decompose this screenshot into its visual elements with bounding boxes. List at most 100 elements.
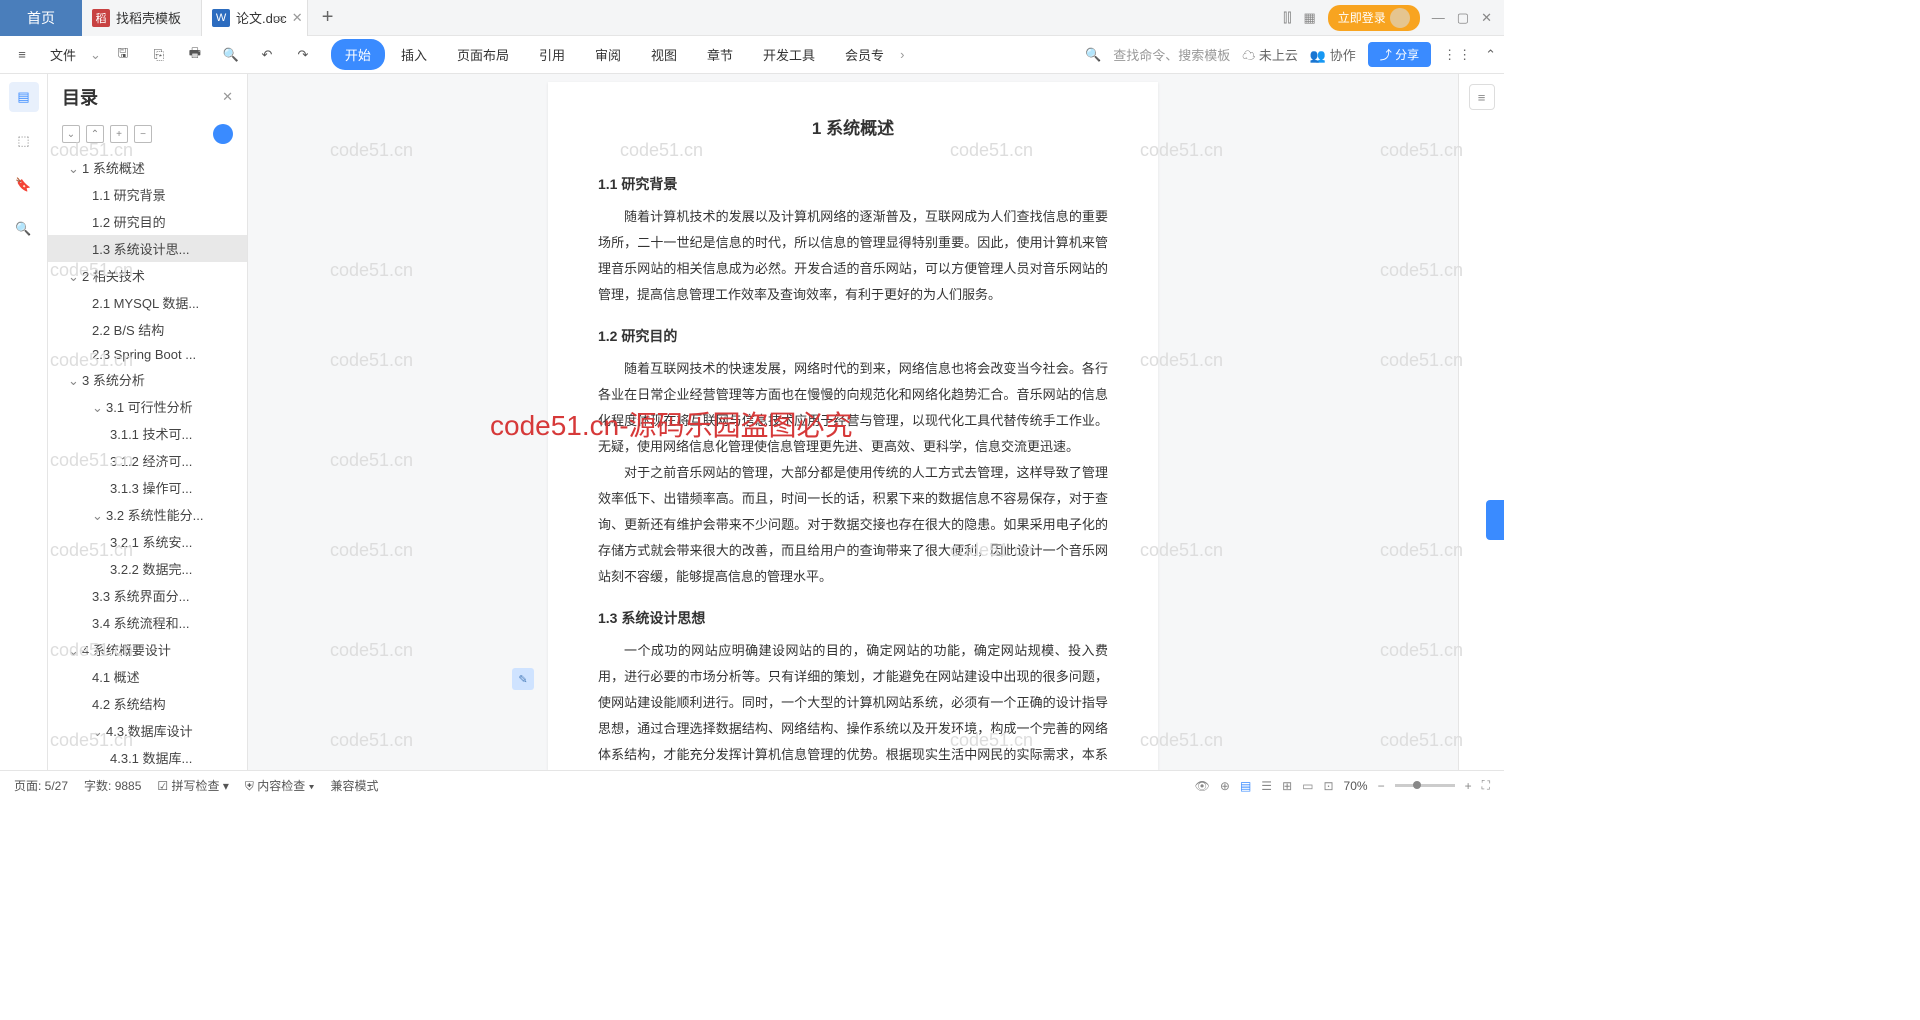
hamburger-icon[interactable]: ≡	[8, 41, 36, 69]
bookmark-icon[interactable]: 🔖	[9, 170, 39, 200]
toc-item[interactable]: 2.3 Spring Boot ...	[48, 343, 247, 366]
tab-template[interactable]: 稻 找稻壳模板	[82, 0, 202, 36]
tab-member[interactable]: 会员专	[831, 39, 898, 70]
toc-item[interactable]: 1.2 研究目的	[48, 208, 247, 235]
search-rail-icon[interactable]: 🔍	[9, 214, 39, 244]
cloud-icon[interactable]: ☁ 未上云	[1242, 45, 1298, 64]
layout-icon[interactable]: ⫿⫿	[1283, 10, 1291, 26]
search-icon: 🔍	[1085, 47, 1101, 63]
float-tab[interactable]	[1486, 500, 1504, 540]
apps-icon[interactable]: ▦	[1303, 10, 1315, 26]
toc-item[interactable]: ⌄3.2 系统性能分...	[48, 501, 247, 528]
tab-insert[interactable]: 插入	[387, 39, 441, 70]
collapse-panel-icon[interactable]: ≡	[1469, 84, 1495, 110]
comment-icon[interactable]: ✎	[512, 668, 534, 690]
toc-item[interactable]: ⌄3.1 可行性分析	[48, 393, 247, 420]
toc-item[interactable]: 3.1.1 技术可...	[48, 420, 247, 447]
menu-file[interactable]: 文件	[44, 45, 82, 64]
view-page-icon[interactable]: ▤	[1240, 779, 1251, 793]
paragraph: 随着计算机技术的发展以及计算机网络的逐渐普及，互联网成为人们查找信息的重要场所，…	[598, 204, 1108, 308]
nav-icon[interactable]: ⬚	[9, 126, 39, 156]
toc-item[interactable]: ⌄1 系统概述	[48, 154, 247, 181]
eye-icon[interactable]: 👁	[1195, 779, 1210, 793]
redo-icon[interactable]: ↷	[289, 41, 317, 69]
toc: ⌄1 系统概述1.1 研究背景1.2 研究目的1.3 系统设计思...⌄2 相关…	[48, 154, 247, 770]
export-icon[interactable]: ⎘	[145, 41, 173, 69]
page-indicator[interactable]: 页面: 5/27	[14, 777, 68, 794]
expand-all-icon[interactable]: ⌃	[86, 125, 104, 143]
tab-home[interactable]: 首页	[0, 0, 82, 36]
toc-item[interactable]: 3.2.1 系统安...	[48, 528, 247, 555]
left-rail: ▤ ⬚ 🔖 🔍	[0, 74, 48, 770]
lightbulb-icon[interactable]: ⊕	[1220, 779, 1230, 793]
restore-icon[interactable]: ▭	[272, 10, 284, 26]
toc-item[interactable]: 2.1 MYSQL 数据...	[48, 289, 247, 316]
outline-icon[interactable]: ▤	[9, 82, 39, 112]
toc-item[interactable]: ⌄2 相关技术	[48, 262, 247, 289]
undo-icon[interactable]: ↶	[253, 41, 281, 69]
share-button[interactable]: ⤴ 分享	[1368, 42, 1431, 67]
toc-item[interactable]: ⌄3 系统分析	[48, 366, 247, 393]
toc-item[interactable]: 3.2.2 数据完...	[48, 555, 247, 582]
tab-document[interactable]: W 论文.doc ▭ ✕	[202, 0, 308, 36]
tab-reference[interactable]: 引用	[525, 39, 579, 70]
zoom-slider[interactable]	[1395, 784, 1455, 787]
tab-layout[interactable]: 页面布局	[443, 39, 523, 70]
content-check-button[interactable]: ⛨ 内容检查 ▾	[245, 777, 315, 794]
remove-icon[interactable]: −	[134, 125, 152, 143]
content-area[interactable]: 1 系统概述 1.1 研究背景 随着计算机技术的发展以及计算机网络的逐渐普及，互…	[248, 74, 1458, 770]
compat-mode: 兼容模式	[330, 777, 378, 794]
toc-item[interactable]: 4.1 概述	[48, 663, 247, 690]
toc-item[interactable]: 4.2 系统结构	[48, 690, 247, 717]
close-window-icon[interactable]: ✕	[1481, 10, 1492, 26]
zoom-level[interactable]: 70%	[1344, 779, 1368, 793]
toc-item[interactable]: 3.3 系统界面分...	[48, 582, 247, 609]
right-rail: ≡	[1458, 74, 1504, 770]
heading-13: 1.3 系统设计思想	[598, 604, 1108, 632]
document-page: 1 系统概述 1.1 研究背景 随着计算机技术的发展以及计算机网络的逐渐普及，互…	[548, 82, 1158, 770]
toc-item[interactable]: ⌄4.3.数据库设计	[48, 717, 247, 744]
maximize-icon[interactable]: ▢	[1457, 10, 1469, 26]
toc-item[interactable]: 1.1 研究背景	[48, 181, 247, 208]
view-web-icon[interactable]: ⊞	[1282, 779, 1292, 793]
preview-icon[interactable]: 🔍	[217, 41, 245, 69]
toc-item[interactable]: ⌄4 系统概要设计	[48, 636, 247, 663]
login-button[interactable]: 立即登录	[1328, 5, 1420, 31]
toc-item[interactable]: 3.1.2 经济可...	[48, 447, 247, 474]
search-input[interactable]: 查找命令、搜索模板	[1113, 45, 1230, 64]
print-icon[interactable]: 🖶	[181, 41, 209, 69]
toc-item[interactable]: 2.2 B/S 结构	[48, 316, 247, 343]
zoom-in-icon[interactable]: +	[1465, 779, 1472, 793]
window-controls: ⫿⫿ ▦ 立即登录 — ▢ ✕	[1283, 5, 1504, 31]
new-tab-button[interactable]: +	[308, 0, 348, 36]
add-icon[interactable]: +	[110, 125, 128, 143]
minimize-icon[interactable]: —	[1432, 10, 1445, 25]
doc-icon: W	[212, 9, 230, 27]
save-icon[interactable]: 🖫	[109, 41, 137, 69]
menubar: ≡ 文件 ⌄ 🖫 ⎘ 🖶 🔍 ↶ ↷ 开始 插入 页面布局 引用 审阅 视图 章…	[0, 36, 1504, 74]
sync-icon[interactable]	[213, 124, 233, 144]
view-outline-icon[interactable]: ☰	[1261, 779, 1272, 793]
spellcheck-button[interactable]: ☑ 拼写检查 ▾	[157, 777, 228, 794]
tab-devtools[interactable]: 开发工具	[749, 39, 829, 70]
fullscreen-icon[interactable]: ⛶	[1482, 778, 1490, 793]
close-icon[interactable]: ✕	[292, 10, 303, 26]
collab-button[interactable]: 👥 协作	[1310, 45, 1356, 64]
expand-icon[interactable]: ⌃	[1485, 47, 1496, 63]
more-icon[interactable]: ⋮⋮	[1443, 47, 1473, 63]
toc-item[interactable]: 1.3 系统设计思...	[48, 235, 247, 262]
view-read-icon[interactable]: ▭	[1302, 779, 1313, 793]
sidebar-close-icon[interactable]: ✕	[222, 89, 233, 105]
tab-view[interactable]: 视图	[637, 39, 691, 70]
toc-item[interactable]: 4.3.1 数据库...	[48, 744, 247, 770]
collapse-all-icon[interactable]: ⌄	[62, 125, 80, 143]
toc-item[interactable]: 3.1.3 操作可...	[48, 474, 247, 501]
tab-start[interactable]: 开始	[331, 39, 385, 70]
toc-item[interactable]: 3.4 系统流程和...	[48, 609, 247, 636]
zoom-out-icon[interactable]: −	[1378, 779, 1385, 793]
ruler-icon[interactable]: ⊡	[1323, 779, 1333, 793]
tab-chapter[interactable]: 章节	[693, 39, 747, 70]
statusbar: 页面: 5/27 字数: 9885 ☑ 拼写检查 ▾ ⛨ 内容检查 ▾ 兼容模式…	[0, 770, 1504, 800]
word-count[interactable]: 字数: 9885	[84, 777, 141, 794]
tab-review[interactable]: 审阅	[581, 39, 635, 70]
